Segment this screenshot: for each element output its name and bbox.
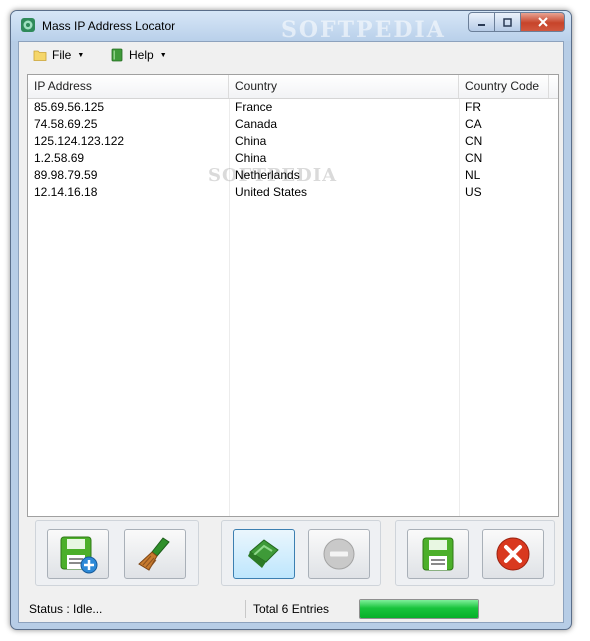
remove-entry-button[interactable]	[308, 529, 370, 579]
table-row[interactable]: 89.98.79.59 Netherlands NL	[28, 167, 558, 184]
cell-country: France	[235, 100, 273, 114]
cell-ip: 12.14.16.18	[34, 185, 98, 199]
minimize-icon	[478, 23, 485, 26]
cell-code: US	[465, 185, 482, 199]
locate-button[interactable]	[233, 529, 295, 579]
table-row[interactable]: 1.2.58.69 China CN	[28, 150, 558, 167]
column-header-code[interactable]: Country Code	[459, 75, 549, 98]
table-row[interactable]: 125.124.123.122 China CN	[28, 133, 558, 150]
remove-icon	[323, 538, 355, 570]
status-divider	[245, 600, 246, 618]
cell-ip: 85.69.56.125	[34, 100, 105, 114]
cell-code: CN	[465, 134, 483, 148]
toolbar-group-output	[395, 520, 555, 586]
column-header-ip[interactable]: IP Address	[28, 75, 229, 98]
save-icon	[422, 537, 454, 571]
menu-file-label: File	[52, 48, 72, 62]
status-bar: Status : Idle... Total 6 Entries	[19, 596, 563, 622]
cell-country: China	[235, 151, 267, 165]
cell-code: NL	[465, 168, 481, 182]
maximize-icon	[503, 17, 512, 27]
list-header: IP Address Country Country Code	[28, 75, 558, 99]
table-row[interactable]: 74.58.69.25 Canada CA	[28, 116, 558, 133]
entries-count: Total 6 Entries	[253, 602, 330, 616]
close-icon	[496, 537, 530, 571]
cell-country: China	[235, 134, 267, 148]
cell-ip: 125.124.123.122	[34, 134, 125, 148]
cell-ip: 89.98.79.59	[34, 168, 98, 182]
save-add-icon	[60, 536, 98, 574]
title-bar[interactable]: Mass IP Address Locator SOFTPEDIA	[11, 11, 571, 43]
app-icon	[21, 18, 35, 32]
broom-icon	[138, 537, 170, 571]
table-row[interactable]: 85.69.56.125 France FR	[28, 99, 558, 116]
toolbar-group-input	[35, 520, 199, 586]
window-title: Mass IP Address Locator	[42, 19, 176, 33]
add-ip-button[interactable]	[47, 529, 109, 579]
cell-country: Canada	[235, 117, 278, 131]
app-window: Mass IP Address Locator SOFTPEDIA File ▼	[10, 10, 572, 630]
maximize-button[interactable]	[495, 12, 521, 32]
exit-button[interactable]	[482, 529, 544, 579]
toolbar-group-locate	[221, 520, 381, 586]
cell-country: United States	[235, 185, 308, 199]
table-row[interactable]: 12.14.16.18 United States US	[28, 184, 558, 201]
title-watermark: SOFTPEDIA	[281, 17, 446, 43]
close-window-button[interactable]	[521, 12, 565, 32]
status-text: Status : Idle...	[29, 602, 103, 616]
menu-bar: File ▼ Help ▼	[19, 42, 563, 68]
save-results-button[interactable]	[407, 529, 469, 579]
menu-help-label: Help	[129, 48, 154, 62]
list-rows: 85.69.56.125 France FR 74.58.69.25 Canad…	[28, 99, 558, 201]
cell-ip: 1.2.58.69	[34, 151, 85, 165]
minimize-button[interactable]	[468, 12, 495, 32]
progress-bar	[359, 599, 479, 619]
cell-ip: 74.58.69.25	[34, 117, 98, 131]
cell-code: CN	[465, 151, 483, 165]
progress-fill	[360, 600, 478, 618]
clear-list-button[interactable]	[124, 529, 186, 579]
ip-results-list[interactable]: IP Address Country Country Code SOFTPEDI…	[27, 74, 559, 517]
menu-file[interactable]: File ▼	[33, 46, 84, 64]
client-area: File ▼ Help ▼ IP Address Country Country…	[18, 41, 564, 623]
menu-help[interactable]: Help ▼	[110, 46, 167, 64]
flag-icon	[248, 539, 279, 568]
help-book-icon	[111, 48, 123, 62]
close-x-icon	[537, 17, 548, 27]
chevron-down-icon: ▼	[159, 51, 167, 59]
folder-icon	[33, 50, 47, 61]
cell-country: Netherlands	[235, 168, 300, 182]
column-header-country[interactable]: Country	[229, 75, 459, 98]
chevron-down-icon: ▼	[77, 51, 85, 59]
cell-code: FR	[465, 100, 481, 114]
cell-code: CA	[465, 117, 482, 131]
